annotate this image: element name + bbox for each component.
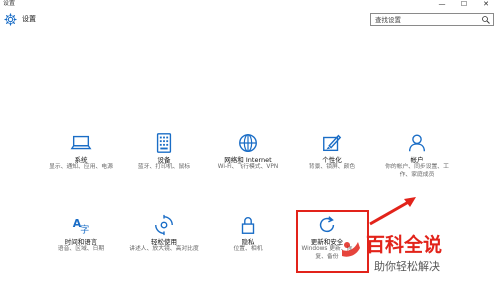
tile-ease-of-access[interactable]: 轻松使用 讲述人、放大镜、高对比度: [120, 214, 208, 274]
watermark-sub-text: 助你轻松解决: [374, 260, 440, 273]
ease-icon: [155, 214, 173, 236]
tile-privacy[interactable]: 隐私 位置、相机: [204, 214, 292, 274]
watermark: 百科全说 助你轻松解决: [338, 230, 462, 282]
globe-icon: [239, 134, 257, 152]
time-language-icon: A 字: [73, 217, 89, 236]
tile-ease-of-access-desc: 讲述人、放大镜、高对比度: [129, 246, 199, 252]
laptop-icon: [70, 135, 92, 150]
tile-personalization[interactable]: 个性化 背景、锁屏、颜色: [288, 132, 376, 192]
paint-icon: [323, 134, 342, 152]
tile-system-desc: 显示、通知、应用、电源: [49, 164, 113, 170]
tile-network-title: 网络和 Internet: [224, 156, 272, 164]
tile-devices-title: 设备: [157, 156, 171, 164]
minimize-button[interactable]: —: [434, 0, 450, 9]
tile-privacy-desc: 位置、相机: [233, 246, 263, 252]
title-bar: 设置 — ☐ ✕: [0, 0, 500, 10]
tile-accounts[interactable]: 帐户 你的帐户、同步设置、工作、家庭成员: [373, 132, 461, 192]
search-input[interactable]: 查找设置: [375, 15, 401, 25]
page-title: 设置: [22, 15, 36, 23]
tile-time-language-title: 时间和语言: [64, 238, 98, 246]
tile-system[interactable]: 系统 显示、通知、应用、电源: [37, 132, 125, 192]
tile-system-title: 系统: [74, 156, 88, 164]
search-icon[interactable]: [481, 15, 491, 25]
gear-icon: [4, 13, 17, 26]
close-button[interactable]: ✕: [478, 0, 494, 9]
tile-personalization-desc: 背景、锁屏、颜色: [308, 164, 356, 170]
tile-time-language-desc: 语音、区域、日期: [57, 246, 105, 252]
tile-privacy-title: 隐私: [241, 238, 255, 246]
window-title: 设置: [3, 0, 16, 7]
tile-network[interactable]: 网络和 Internet Wi-Fi、飞行模式、VPN: [204, 132, 292, 192]
tile-devices[interactable]: 设备 蓝牙、打印机、鼠标: [120, 132, 208, 192]
lock-icon: [241, 217, 255, 234]
maximize-button[interactable]: ☐: [456, 0, 472, 9]
tile-accounts-title: 帐户: [410, 156, 424, 164]
arrow-annotation: [369, 197, 416, 226]
watermark-main-text: 百科全说: [366, 234, 443, 256]
tile-personalization-title: 个性化: [322, 156, 342, 164]
watermark-logo-icon: [342, 242, 360, 257]
search-box[interactable]: 查找设置: [370, 13, 494, 26]
keyboard-icon: [156, 133, 172, 153]
tile-ease-of-access-title: 轻松使用: [151, 238, 177, 246]
tile-network-desc: Wi-Fi、飞行模式、VPN: [217, 164, 279, 170]
person-icon: [408, 134, 426, 152]
tile-devices-desc: 蓝牙、打印机、鼠标: [137, 164, 191, 170]
tile-time-language[interactable]: A 字 时间和语言 语音、区域、日期: [37, 214, 125, 274]
tile-accounts-desc: 你的帐户、同步设置、工作、家庭成员: [385, 164, 449, 178]
svg-text:字: 字: [80, 223, 89, 235]
